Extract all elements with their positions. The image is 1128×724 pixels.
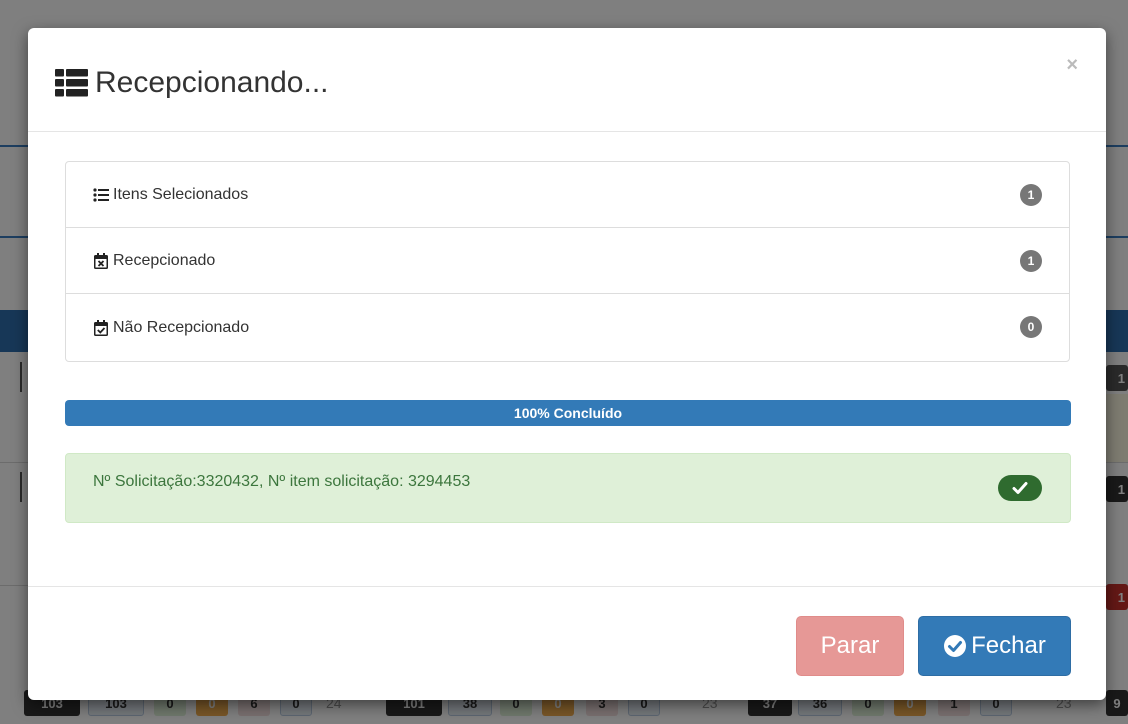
stop-button-label: Parar [820, 632, 880, 659]
list-icon [55, 69, 88, 97]
progress-label: 100% Concluído [513, 405, 623, 421]
summary-list: Itens Selecionados 1 Recepcionado 1 Não … [65, 161, 1070, 362]
summary-item-not-received: Não Recepcionado 0 [66, 294, 1069, 361]
close-button[interactable]: Fechar [918, 616, 1071, 676]
calendar-check-icon [94, 319, 108, 336]
summary-item-selected: Itens Selecionados 1 [66, 162, 1069, 228]
count-badge: 1 [1020, 250, 1042, 272]
progress-bar: 100% Concluído [65, 400, 1071, 426]
check-circle-icon [944, 635, 967, 657]
modal-title: Recepcionando... [55, 66, 329, 100]
list-ul-icon [93, 187, 109, 202]
modal-body: Itens Selecionados 1 Recepcionado 1 Não … [28, 132, 1106, 586]
count-badge: 0 [1020, 316, 1042, 338]
summary-item-received: Recepcionado 1 [66, 228, 1069, 294]
calendar-times-icon [94, 252, 108, 269]
close-button-label: Fechar [971, 632, 1046, 659]
summary-item-label: Recepcionado [113, 251, 216, 269]
modal-header: Recepcionando... × [28, 28, 1106, 132]
count-badge: 1 [1020, 184, 1042, 206]
reception-modal: Recepcionando... × Itens Selecionados 1 [28, 28, 1106, 700]
summary-item-label: Itens Selecionados [113, 185, 249, 203]
progress-track: 100% Concluído [65, 400, 1071, 426]
success-badge [998, 475, 1042, 501]
result-message: Nº Solicitação:3320432, Nº item solicita… [93, 473, 471, 490]
check-icon [1012, 482, 1028, 494]
modal-title-text: Recepcionando... [95, 66, 329, 99]
summary-item-label: Não Recepcionado [113, 318, 250, 336]
close-icon[interactable]: × [1066, 55, 1078, 75]
result-alert: Nº Solicitação:3320432, Nº item solicita… [65, 453, 1071, 523]
modal-footer: Parar Fechar [28, 586, 1106, 700]
stop-button[interactable]: Parar [796, 616, 904, 676]
